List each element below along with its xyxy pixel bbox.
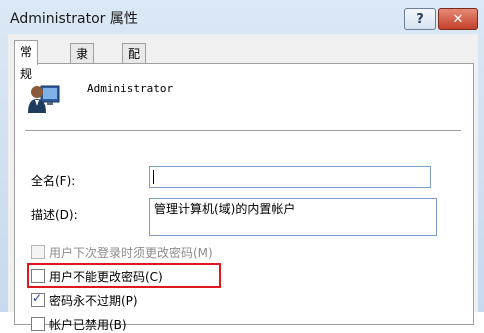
account-disabled-checkbox[interactable]	[31, 317, 45, 331]
window-title: Administrator 属性	[10, 11, 138, 27]
option-must-change-password: 用户下次登录时须更改密码(M)	[31, 244, 213, 260]
divider	[25, 130, 461, 132]
dialog-client: 常规 隶属于 配置文件 Administrator 全名(F): 描述(D): …	[8, 34, 478, 332]
general-panel: Administrator 全名(F): 描述(D): 管理计算机(域)的内置帐…	[14, 63, 474, 332]
tab-profile[interactable]: 配置文件	[122, 43, 147, 121]
close-button[interactable]: ✕	[438, 8, 478, 30]
help-button[interactable]: ?	[404, 8, 436, 30]
option-cannot-change-password[interactable]: 用户不能更改密码(C)	[31, 268, 163, 284]
fullname-input[interactable]	[149, 166, 431, 188]
close-icon: ✕	[452, 11, 464, 27]
option-account-disabled[interactable]: 帐户已禁用(B)	[31, 316, 127, 332]
password-never-expires-checkbox[interactable]: ✓	[31, 291, 45, 307]
title-bar[interactable]: Administrator 属性 ? ✕	[0, 0, 484, 34]
account-disabled-label[interactable]: 帐户已禁用(B)	[49, 316, 127, 333]
option-password-never-expires[interactable]: ✓ 密码永不过期(P)	[31, 291, 138, 309]
help-icon: ?	[416, 11, 424, 27]
user-account-icon	[28, 85, 60, 113]
text-caret	[153, 170, 154, 184]
tab-member-of[interactable]: 隶属于	[70, 43, 95, 101]
user-name: Administrator	[87, 82, 174, 95]
cannot-change-password-checkbox[interactable]	[31, 269, 45, 283]
checkmark-icon: ✓	[32, 291, 43, 305]
password-never-expires-label[interactable]: 密码永不过期(P)	[49, 292, 138, 309]
cannot-change-password-label[interactable]: 用户不能更改密码(C)	[49, 268, 163, 285]
must-change-password-label: 用户下次登录时须更改密码(M)	[49, 245, 213, 260]
tab-general[interactable]: 常规	[14, 40, 39, 81]
fullname-label: 全名(F):	[31, 174, 76, 188]
must-change-password-checkbox	[31, 245, 45, 259]
description-label: 描述(D):	[31, 208, 78, 222]
properties-window: Administrator 属性 ? ✕ 常规 隶属于 配置文件 Adminis…	[0, 0, 484, 332]
description-input[interactable]: 管理计算机(域)的内置帐户	[149, 198, 437, 236]
